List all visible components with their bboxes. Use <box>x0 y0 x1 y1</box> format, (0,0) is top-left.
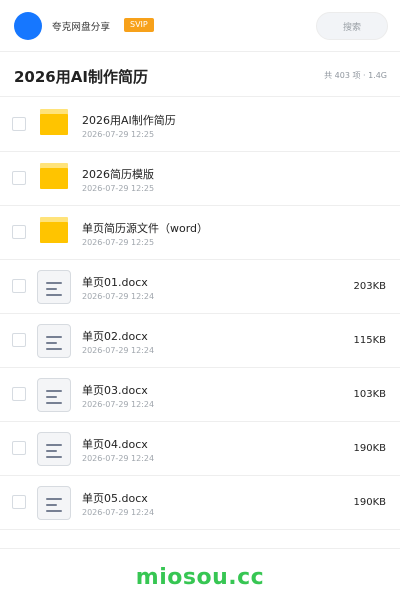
file-row-2[interactable]: 单页简历源文件（word） 2026-07-29 12:25 <box>0 206 400 260</box>
row-checkbox[interactable] <box>12 279 26 293</box>
file-size: 190KB <box>353 443 386 454</box>
file-date: 2026-07-29 12:24 <box>82 346 155 355</box>
file-list: 2026用AI制作简历 2026-07-29 12:25 2026简历模版 20… <box>0 98 400 530</box>
row-checkbox[interactable] <box>12 117 26 131</box>
document-icon <box>37 432 71 466</box>
file-name: 2026用AI制作简历 <box>82 114 176 127</box>
row-checkbox[interactable] <box>12 495 26 509</box>
document-icon <box>37 324 71 358</box>
folder-icon <box>40 217 68 243</box>
file-size: 190KB <box>353 497 386 508</box>
file-name: 单页04.docx <box>82 438 148 451</box>
file-row-6[interactable]: 单页04.docx 2026-07-29 12:24 190KB <box>0 422 400 476</box>
row-checkbox[interactable] <box>12 333 26 347</box>
top-bar: 夸克网盘分享 SVIP 搜索 <box>0 0 400 52</box>
search-input[interactable]: 搜索 <box>316 12 388 40</box>
file-row-3[interactable]: 单页01.docx 2026-07-29 12:24 203KB <box>0 260 400 314</box>
file-name: 单页简历源文件（word） <box>82 222 209 235</box>
file-date: 2026-07-29 12:24 <box>82 454 155 463</box>
row-checkbox[interactable] <box>12 171 26 185</box>
file-date: 2026-07-29 12:24 <box>82 292 155 301</box>
document-icon <box>37 486 71 520</box>
file-date: 2026-07-29 12:24 <box>82 508 155 517</box>
page-title: 2026用AI制作简历 <box>14 68 148 86</box>
row-checkbox[interactable] <box>12 225 26 239</box>
brand-name: 夸克网盘分享 <box>52 22 111 33</box>
file-date: 2026-07-29 12:25 <box>82 184 155 193</box>
file-row-1[interactable]: 2026简历模版 2026-07-29 12:25 <box>0 152 400 206</box>
folder-header: 2026用AI制作简历 共 403 项 · 1.4G <box>0 53 400 97</box>
file-row-4[interactable]: 单页02.docx 2026-07-29 12:24 115KB <box>0 314 400 368</box>
file-name: 单页01.docx <box>82 276 148 289</box>
svip-badge: SVIP <box>124 18 154 32</box>
file-name: 2026简历模版 <box>82 168 154 181</box>
file-date: 2026-07-29 12:25 <box>82 130 155 139</box>
file-size: 103KB <box>353 389 386 400</box>
file-name: 单页03.docx <box>82 384 148 397</box>
folder-icon <box>40 109 68 135</box>
file-name: 单页02.docx <box>82 330 148 343</box>
file-row-7[interactable]: 单页05.docx 2026-07-29 12:24 190KB <box>0 476 400 530</box>
footer: miosou.cc <box>0 548 400 600</box>
avatar[interactable] <box>14 12 42 40</box>
folder-icon <box>40 163 68 189</box>
app-window: 夸克网盘分享 SVIP 搜索 2026用AI制作简历 共 403 项 · 1.4… <box>0 0 400 600</box>
file-date: 2026-07-29 12:24 <box>82 400 155 409</box>
folder-summary: 共 403 项 · 1.4G <box>324 71 387 80</box>
file-row-5[interactable]: 单页03.docx 2026-07-29 12:24 103KB <box>0 368 400 422</box>
file-size: 203KB <box>353 281 386 292</box>
document-icon <box>37 270 71 304</box>
row-checkbox[interactable] <box>12 441 26 455</box>
file-row-0[interactable]: 2026用AI制作简历 2026-07-29 12:25 <box>0 98 400 152</box>
site-watermark: miosou.cc <box>135 565 265 590</box>
file-date: 2026-07-29 12:25 <box>82 238 155 247</box>
file-name: 单页05.docx <box>82 492 148 505</box>
file-size: 115KB <box>353 335 386 346</box>
row-checkbox[interactable] <box>12 387 26 401</box>
document-icon <box>37 378 71 412</box>
